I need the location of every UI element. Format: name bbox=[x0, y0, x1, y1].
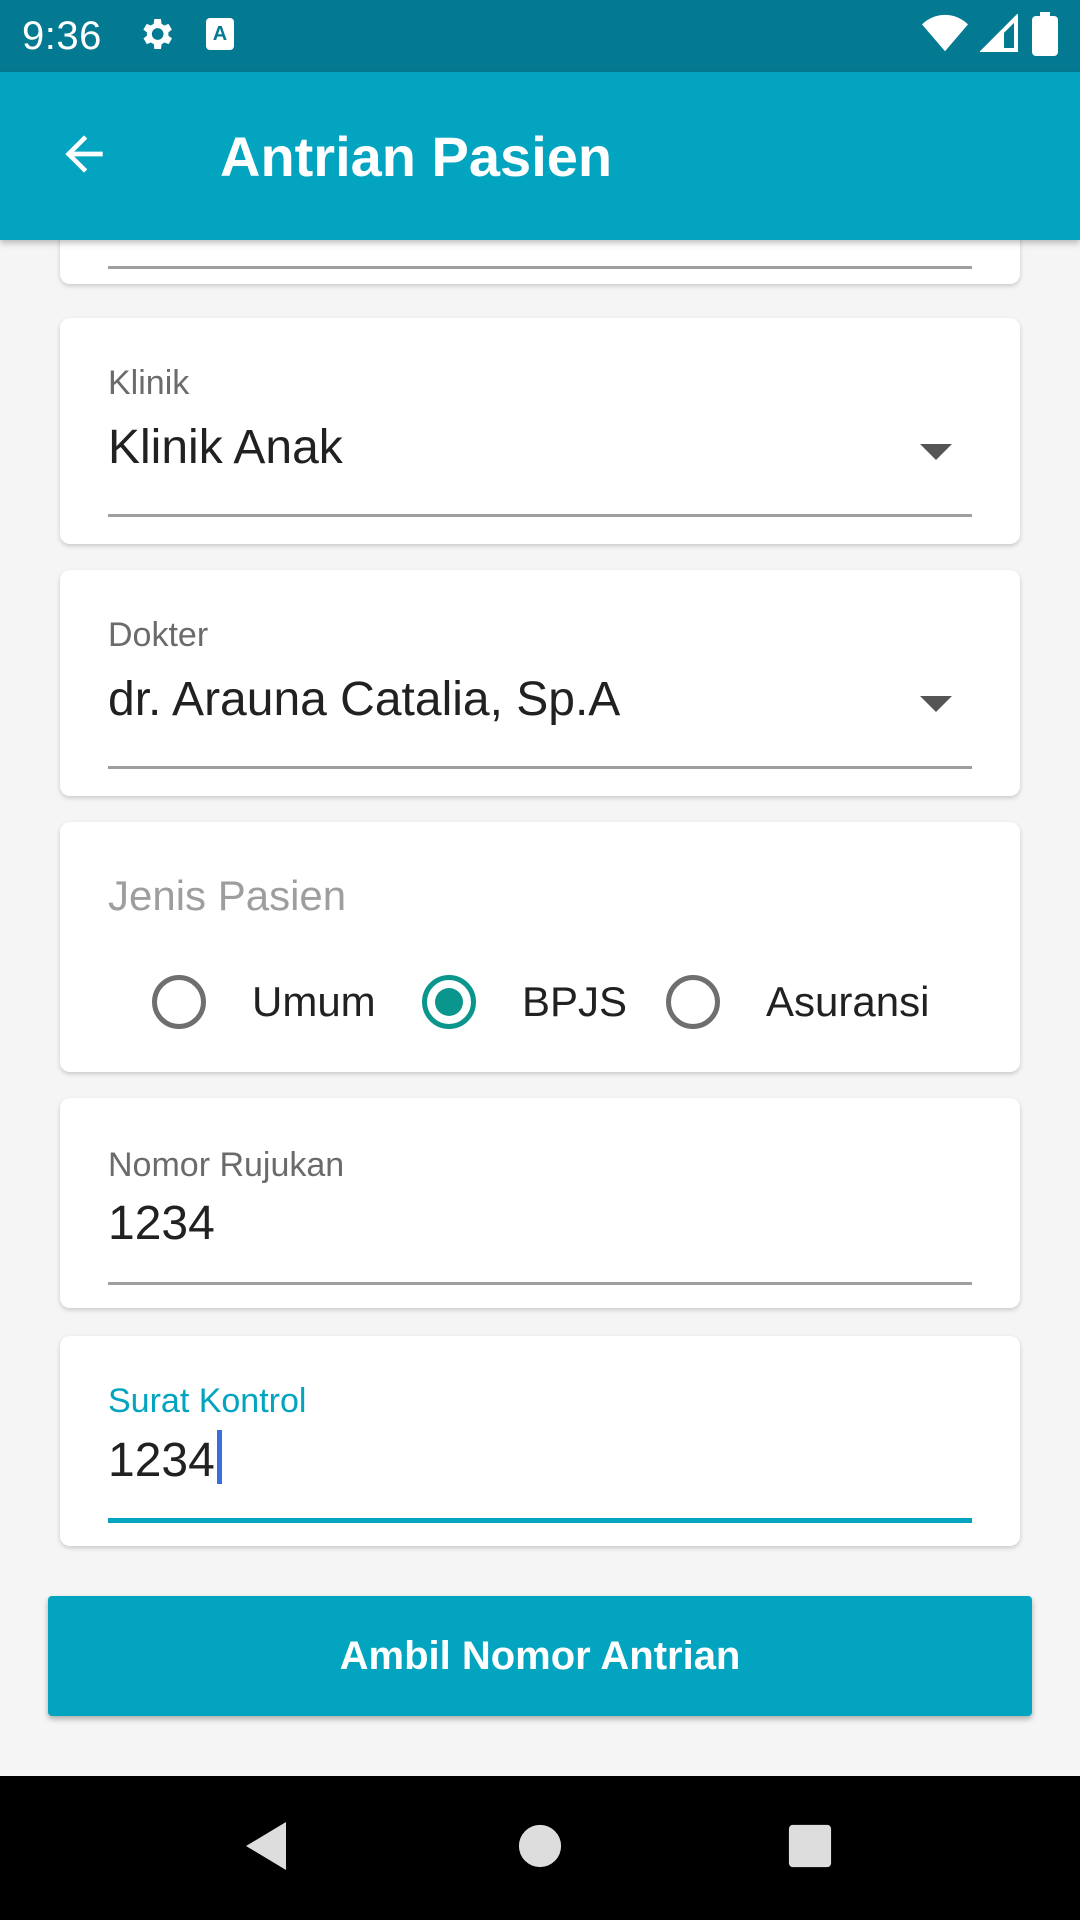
nomor-rujukan-card: Nomor Rujukan 1234 bbox=[60, 1098, 1020, 1308]
wifi-icon bbox=[922, 14, 968, 59]
jenis-pasien-card: Jenis Pasien Umum BPJS Asuransi bbox=[60, 822, 1020, 1072]
app-bar: Antrian Pasien bbox=[0, 72, 1080, 240]
svg-text:A: A bbox=[213, 23, 227, 45]
form-content[interactable]: Klinik Klinik Anak Dokter dr. Arauna Cat… bbox=[0, 240, 1080, 1776]
nomor-rujukan-input[interactable]: 1234 bbox=[60, 1178, 1020, 1282]
radio-bpjs-circle bbox=[422, 975, 476, 1029]
klinik-underline bbox=[108, 514, 972, 517]
radio-umum-label: Umum bbox=[252, 978, 376, 1025]
radio-bpjs[interactable]: BPJS bbox=[422, 962, 627, 1042]
previous-field-card bbox=[60, 240, 1020, 284]
dokter-underline bbox=[108, 766, 972, 769]
text-cursor bbox=[216, 1430, 222, 1484]
radio-bpjs-label: BPJS bbox=[522, 978, 628, 1025]
nav-home-button[interactable] bbox=[480, 1776, 600, 1920]
ambil-nomor-antrian-button[interactable]: Ambil Nomor Antrian bbox=[48, 1596, 1032, 1716]
cell-signal-icon bbox=[979, 12, 1020, 59]
radio-asuransi[interactable]: Asuransi bbox=[666, 962, 929, 1042]
nav-recents-button[interactable] bbox=[750, 1776, 870, 1920]
keyboard-a-icon: A bbox=[204, 16, 236, 57]
radio-asuransi-label: Asuransi bbox=[766, 978, 930, 1025]
dokter-card: Dokter dr. Arauna Catalia, Sp.A bbox=[60, 570, 1020, 796]
status-time: 9:36 bbox=[22, 13, 102, 58]
navigation-bar bbox=[0, 1776, 1080, 1920]
jenis-pasien-radio-group: Umum BPJS Asuransi bbox=[60, 962, 1020, 1042]
settings-gear-icon bbox=[136, 14, 176, 59]
surat-kontrol-input[interactable]: 1234 bbox=[60, 1416, 1020, 1520]
klinik-card: Klinik Klinik Anak bbox=[60, 318, 1020, 544]
surat-kontrol-card: Surat Kontrol 1234 bbox=[60, 1336, 1020, 1546]
radio-umum-circle bbox=[152, 975, 206, 1029]
nomor-rujukan-underline bbox=[108, 1282, 972, 1285]
nav-back-button[interactable] bbox=[206, 1776, 326, 1920]
nav-recents-icon bbox=[787, 1823, 833, 1874]
jenis-pasien-label: Jenis Pasien bbox=[108, 872, 347, 919]
dokter-dropdown-arrow-icon bbox=[920, 696, 952, 712]
klinik-dropdown[interactable]: Klinik Anak bbox=[60, 398, 1020, 508]
previous-field-underline bbox=[108, 266, 972, 269]
klinik-dropdown-arrow-icon bbox=[920, 444, 952, 460]
surat-kontrol-underline bbox=[108, 1518, 972, 1523]
nomor-rujukan-value: 1234 bbox=[108, 1197, 215, 1250]
nav-back-icon bbox=[242, 1820, 290, 1877]
klinik-value: Klinik Anak bbox=[108, 421, 343, 474]
back-button[interactable] bbox=[36, 108, 132, 204]
nav-home-icon bbox=[517, 1823, 563, 1874]
dokter-value: dr. Arauna Catalia, Sp.A bbox=[108, 673, 621, 726]
status-left-icons: A bbox=[136, 14, 236, 59]
radio-umum[interactable]: Umum bbox=[152, 962, 376, 1042]
status-right-icons bbox=[922, 11, 1058, 61]
battery-icon bbox=[1032, 11, 1058, 61]
arrow-back-icon bbox=[56, 126, 112, 187]
dokter-dropdown[interactable]: dr. Arauna Catalia, Sp.A bbox=[60, 650, 1020, 760]
radio-asuransi-circle bbox=[666, 975, 720, 1029]
surat-kontrol-value-wrap: 1234 bbox=[108, 1430, 222, 1488]
surat-kontrol-value: 1234 bbox=[108, 1434, 215, 1487]
page-title: Antrian Pasien bbox=[220, 124, 613, 188]
status-bar: 9:36 A bbox=[0, 0, 1080, 72]
